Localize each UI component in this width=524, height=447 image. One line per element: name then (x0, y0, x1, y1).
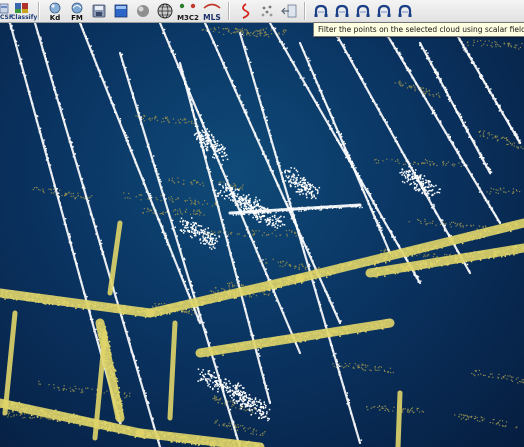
filter-scalar-field-button[interactable] (374, 1, 393, 21)
point-cluster (179, 217, 221, 250)
toolbar-separator (228, 2, 230, 20)
point-cluster (142, 207, 205, 216)
toolbar-separator (304, 2, 306, 20)
filter-scalar-field-button[interactable] (332, 1, 351, 21)
filter-scalar-field-icon (398, 4, 411, 17)
red-curve-icon (242, 3, 250, 19)
filter-scalar-field-icon (377, 4, 390, 17)
point-cluster (332, 363, 394, 374)
point-cluster (466, 39, 523, 50)
toolbar-group-plugins-2: Kd FM M3C2 MLS (44, 0, 224, 22)
toolbar-group-tools (234, 0, 300, 22)
3d-viewport[interactable] (0, 23, 524, 447)
save-button[interactable] (89, 1, 109, 21)
kd-tree-button[interactable]: Kd (45, 1, 65, 22)
point-cluster (486, 187, 521, 195)
m3c2-button[interactable]: M3C2 (177, 1, 199, 22)
point-cluster (214, 419, 266, 436)
toolbar-group-scalar-field-filters (310, 0, 415, 22)
point-cloud-structure (2, 310, 18, 416)
classify-button[interactable]: Classify (11, 1, 38, 21)
curve-button[interactable] (235, 1, 255, 21)
globe-mesh-button[interactable] (155, 1, 175, 21)
point-cloud-structure (298, 41, 392, 255)
point-cluster (394, 80, 441, 98)
point-cloud-structure (107, 220, 123, 296)
filter-scalar-field-icon (335, 4, 348, 17)
point-cloud-structure (33, 23, 162, 447)
point-cluster (478, 130, 524, 150)
point-cloud-structure (145, 273, 305, 318)
point-cloud-render[interactable] (0, 23, 524, 447)
point-cloud-structure (167, 320, 178, 421)
csf-filter-button[interactable]: CSF (0, 1, 13, 21)
point-cluster (366, 405, 424, 414)
csf-label: CSF (0, 14, 13, 21)
point-cluster (471, 369, 524, 384)
main-toolbar: CSF Classify Kd FM M3C2 MLS (0, 0, 524, 23)
point-cluster (374, 158, 467, 167)
mls-button[interactable]: MLS (201, 1, 223, 21)
sphere-button[interactable] (133, 1, 153, 21)
m3c2-label: M3C2 (177, 14, 199, 22)
registration-icon (261, 5, 273, 17)
point-cloud-structure (195, 318, 395, 358)
arrow-panel-button[interactable] (279, 1, 299, 21)
filter-scalar-field-button[interactable] (395, 1, 414, 21)
arrow-left-panel-icon (281, 4, 297, 18)
toolbar-group-plugins-1: CSF Classify (0, 0, 38, 22)
filter-scalar-field-icon (356, 4, 369, 17)
fm-label: FM (71, 14, 83, 22)
point-cloud-structure (395, 390, 403, 447)
fast-marching-button[interactable]: FM (67, 1, 87, 22)
point-cluster (123, 192, 218, 207)
point-cluster (454, 413, 518, 429)
point-cluster (135, 114, 197, 125)
classify-label: Classify (11, 14, 38, 21)
kd-label: Kd (49, 14, 61, 22)
point-cluster (229, 387, 271, 422)
panel-button[interactable] (111, 1, 131, 21)
save-icon (92, 4, 106, 18)
tooltip: Filter the points on the selected cloud … (313, 22, 524, 37)
filter-scalar-field-icon (314, 4, 327, 17)
point-cluster (197, 368, 248, 401)
filter-scalar-field-button[interactable] (311, 1, 330, 21)
sphere-icon (137, 5, 149, 17)
globe-mesh-icon (157, 3, 173, 19)
filter-scalar-field-button[interactable] (353, 1, 372, 21)
point-cluster (148, 275, 303, 318)
mls-label: MLS (203, 13, 221, 22)
point-cloud-structure (203, 23, 342, 325)
panel-icon (114, 4, 128, 18)
point-cloud-structure (0, 288, 155, 318)
registration-button[interactable] (257, 1, 277, 21)
toolbar-separator (38, 2, 40, 20)
